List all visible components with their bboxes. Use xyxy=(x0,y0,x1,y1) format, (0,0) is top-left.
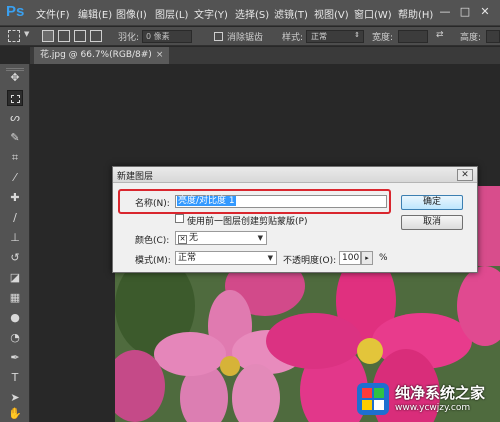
document-tab-bar: 花.jpg @ 66.7%(RGB/8#) × xyxy=(30,47,500,64)
menu-image[interactable]: 图像(I) xyxy=(116,6,147,21)
style-label: 样式: xyxy=(282,33,304,43)
swap-icon[interactable]: ⇄ xyxy=(436,30,444,40)
move-tool-icon[interactable]: ✥ xyxy=(7,70,23,86)
layer-name-value: 亮度/对比度 1 xyxy=(177,196,236,206)
mode-value: 正常 xyxy=(178,253,197,263)
history-brush-tool-icon[interactable]: ↺ xyxy=(7,250,23,266)
pen-tool-icon[interactable]: ✒ xyxy=(7,350,23,366)
tools-panel: ✥ ᔕ ✎ ⌗ ⁄ ✚ ∕ ⊥ ↺ ◪ ▦ ● ◔ ✒ T ➤ ✋ xyxy=(0,64,30,422)
tab-close-icon[interactable]: × xyxy=(156,50,164,60)
hand-tool-icon[interactable]: ✋ xyxy=(7,406,23,422)
color-value: 无 xyxy=(189,233,199,243)
name-label: 名称(N): xyxy=(135,199,170,209)
layer-name-input[interactable]: 亮度/对比度 1 xyxy=(175,195,387,208)
watermark-logo xyxy=(357,383,389,415)
cancel-button[interactable]: 取消 xyxy=(401,215,463,230)
color-label: 颜色(C): xyxy=(135,236,170,246)
chevron-down-icon: ▼ xyxy=(267,254,273,262)
dodge-tool-icon[interactable]: ◔ xyxy=(7,330,23,346)
dialog-title: 新建图层 xyxy=(117,172,154,182)
antialias-checkbox[interactable] xyxy=(214,32,223,41)
gradient-tool-icon[interactable]: ▦ xyxy=(7,290,23,306)
photoshop-window: Ps 文件(F) 编辑(E) 图像(I) 图层(L) 文字(Y) 选择(S) 滤… xyxy=(0,0,500,422)
add-selection-icon[interactable] xyxy=(58,30,70,42)
opacity-unit: % xyxy=(379,253,388,263)
marquee-tool-icon[interactable] xyxy=(7,90,23,106)
crop-tool-icon[interactable]: ⌗ xyxy=(7,150,23,166)
chevron-down-icon: ⇕ xyxy=(354,31,360,39)
width-label: 宽度: xyxy=(372,33,394,43)
eyedropper-tool-icon[interactable]: ⁄ xyxy=(7,170,23,186)
watermark-title: 纯净系统之家 xyxy=(395,384,486,402)
flower-photo-edge xyxy=(478,186,500,266)
menu-filter[interactable]: 滤镜(T) xyxy=(274,6,308,21)
color-select[interactable]: ✕ 无 ▼ xyxy=(175,231,267,245)
maximize-button[interactable]: □ xyxy=(456,4,474,20)
blur-tool-icon[interactable]: ● xyxy=(7,310,23,326)
ok-button[interactable]: 确定 xyxy=(401,195,463,210)
chevron-down-icon[interactable]: ▼ xyxy=(24,30,29,38)
quick-select-tool-icon[interactable]: ✎ xyxy=(7,130,23,146)
close-button[interactable]: ✕ xyxy=(476,4,494,20)
menu-select[interactable]: 选择(S) xyxy=(235,6,269,21)
site-watermark: 纯净系统之家 www.ycwjzy.com xyxy=(355,381,495,417)
document-tab[interactable]: 花.jpg @ 66.7%(RGB/8#) × xyxy=(34,47,170,64)
path-select-tool-icon[interactable]: ➤ xyxy=(7,390,23,406)
height-input[interactable] xyxy=(486,30,500,43)
mode-label: 模式(M): xyxy=(135,256,171,266)
dialog-close-button[interactable]: ✕ xyxy=(457,169,473,181)
intersect-selection-icon[interactable] xyxy=(90,30,102,42)
eraser-tool-icon[interactable]: ◪ xyxy=(7,270,23,286)
lasso-tool-icon[interactable]: ᔕ xyxy=(7,110,23,126)
opacity-input[interactable]: 100 xyxy=(339,251,361,265)
minimize-button[interactable]: — xyxy=(436,4,454,20)
chevron-down-icon: ▼ xyxy=(257,234,263,242)
feather-value: 0 像素 xyxy=(146,32,170,41)
options-bar: ▼ 羽化: 0 像素 消除锯齿 样式: 正常 ⇕ 宽度: ⇄ 高度: xyxy=(0,27,500,46)
window-controls: — □ ✕ xyxy=(436,4,496,22)
healing-tool-icon[interactable]: ✚ xyxy=(7,190,23,206)
new-layer-dialog: 新建图层 ✕ 名称(N): 亮度/对比度 1 使用前一图层创建剪贴蒙版(P) 颜… xyxy=(112,166,478,273)
menu-type[interactable]: 文字(Y) xyxy=(194,6,228,21)
menu-bar: Ps 文件(F) 编辑(E) 图像(I) 图层(L) 文字(Y) 选择(S) 滤… xyxy=(0,0,500,26)
dialog-titlebar[interactable]: 新建图层 ✕ xyxy=(113,167,477,183)
photoshop-logo: Ps xyxy=(6,3,25,20)
no-color-swatch-icon: ✕ xyxy=(178,235,187,244)
antialias-label: 消除锯齿 xyxy=(227,33,264,43)
opacity-label: 不透明度(O): xyxy=(283,256,337,266)
menu-help[interactable]: 帮助(H) xyxy=(398,6,433,21)
menu-layer[interactable]: 图层(L) xyxy=(155,6,188,21)
menu-view[interactable]: 视图(V) xyxy=(314,6,349,21)
document-title: 花.jpg @ 66.7%(RGB/8#) xyxy=(40,50,152,60)
feather-label: 羽化: xyxy=(118,33,140,43)
new-selection-icon[interactable] xyxy=(42,30,54,42)
style-select[interactable]: 正常 ⇕ xyxy=(306,30,364,43)
opacity-slider-toggle-icon[interactable]: ▸ xyxy=(361,251,373,265)
mode-select[interactable]: 正常 ▼ xyxy=(175,251,277,265)
height-label: 高度: xyxy=(460,33,482,43)
feather-input[interactable]: 0 像素 xyxy=(142,30,192,43)
clipping-mask-checkbox[interactable] xyxy=(175,214,184,223)
brush-tool-icon[interactable]: ∕ xyxy=(7,210,23,226)
clone-stamp-tool-icon[interactable]: ⊥ xyxy=(7,230,23,246)
watermark-url: www.ycwjzy.com xyxy=(395,403,471,413)
menu-edit[interactable]: 编辑(E) xyxy=(78,6,112,21)
subtract-selection-icon[interactable] xyxy=(74,30,86,42)
style-value: 正常 xyxy=(311,32,327,41)
width-input[interactable] xyxy=(398,30,428,43)
menu-file[interactable]: 文件(F) xyxy=(36,6,70,21)
marquee-preset-icon[interactable] xyxy=(8,30,20,42)
type-tool-icon[interactable]: T xyxy=(7,370,23,386)
menu-window[interactable]: 窗口(W) xyxy=(354,6,392,21)
clipping-mask-label: 使用前一图层创建剪贴蒙版(P) xyxy=(187,217,308,227)
